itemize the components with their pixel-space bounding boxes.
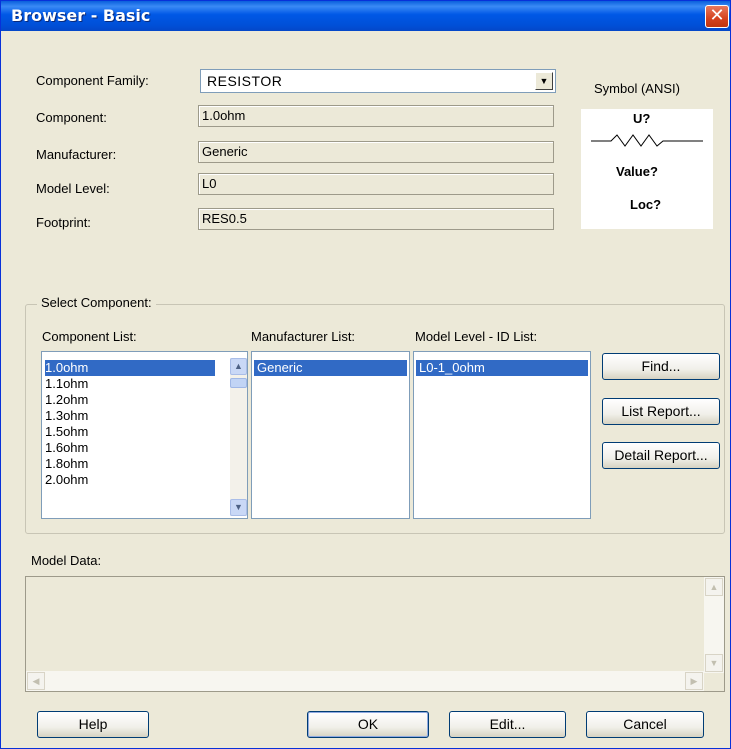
list-item[interactable]: 1.3ohm [45, 408, 88, 424]
ok-button[interactable]: OK [307, 711, 429, 738]
component-family-label: Component Family: [36, 73, 149, 88]
scroll-right-icon[interactable]: ▶ [685, 672, 703, 690]
list-item[interactable]: Generic [254, 360, 407, 376]
manufacturer-label: Manufacturer: [36, 147, 117, 162]
component-field: 1.0ohm [198, 105, 554, 127]
help-button[interactable]: Help [37, 711, 149, 738]
find-button[interactable]: Find... [602, 353, 720, 380]
list-report-button[interactable]: List Report... [602, 398, 720, 425]
model-level-label: Model Level: [36, 181, 110, 196]
list-item[interactable]: 2.0ohm [45, 472, 88, 488]
scroll-down-icon[interactable]: ▼ [705, 654, 723, 672]
list-item[interactable]: 1.6ohm [45, 440, 88, 456]
manufacturer-field: Generic [198, 141, 554, 163]
model-level-field: L0 [198, 173, 554, 195]
edit-button[interactable]: Edit... [449, 711, 566, 738]
chevron-down-icon[interactable]: ▼ [535, 72, 553, 90]
scroll-thumb[interactable] [230, 378, 247, 388]
component-list-label: Component List: [42, 329, 137, 344]
model-listbox[interactable]: L0-1_0ohm [413, 351, 591, 519]
scroll-up-icon[interactable]: ▲ [230, 358, 247, 375]
symbol-label: Symbol (ANSI) [594, 81, 680, 96]
list-item[interactable]: L0-1_0ohm [416, 360, 588, 376]
list-item[interactable]: 1.1ohm [45, 376, 88, 392]
manufacturer-list-label: Manufacturer List: [251, 329, 356, 344]
detail-report-button[interactable]: Detail Report... [602, 442, 720, 469]
list-item[interactable]: 1.8ohm [45, 456, 88, 472]
model-data-label: Model Data: [31, 553, 102, 568]
component-family-value: RESISTOR [207, 73, 283, 89]
cancel-button[interactable]: Cancel [586, 711, 704, 738]
model-data-box[interactable]: ▲ ▼ ◀ ▶ [25, 576, 725, 692]
footprint-field: RES0.5 [198, 208, 554, 230]
symbol-ref-text: U? [633, 111, 651, 126]
symbol-preview: U? Value? Loc? [581, 109, 713, 229]
symbol-loc-text: Loc? [630, 197, 662, 212]
list-item[interactable]: 1.0ohm [45, 360, 215, 376]
symbol-value-text: Value? [616, 164, 658, 179]
scroll-left-icon[interactable]: ◀ [27, 672, 45, 690]
select-component-label: Select Component: [37, 295, 156, 310]
scroll-down-icon[interactable]: ▼ [230, 499, 247, 516]
scroll-up-icon[interactable]: ▲ [705, 578, 723, 596]
list-item[interactable]: 1.5ohm [45, 424, 88, 440]
list-item[interactable]: 1.2ohm [45, 392, 88, 408]
footprint-label: Footprint: [36, 215, 91, 230]
component-label: Component: [36, 110, 107, 125]
component-listbox[interactable]: 1.0ohm 1.1ohm 1.2ohm 1.3ohm 1.5ohm 1.6oh… [41, 351, 248, 519]
browser-basic-dialog: Browser - Basic ✕ Component Family: RESI… [0, 0, 731, 749]
model-data-hscroll[interactable]: ◀ ▶ [26, 671, 704, 691]
model-list-label: Model Level - ID List: [415, 329, 538, 344]
title-bar[interactable]: Browser - Basic ✕ [1, 1, 730, 31]
component-family-dropdown[interactable]: RESISTOR ▼ [200, 69, 556, 93]
manufacturer-listbox[interactable]: Generic [251, 351, 410, 519]
close-button[interactable]: ✕ [705, 5, 729, 28]
window-title: Browser - Basic [11, 6, 151, 25]
model-data-vscroll[interactable]: ▲ ▼ [704, 577, 724, 673]
component-list-scrollbar[interactable]: ▲ ▼ [230, 358, 247, 516]
resistor-symbol-icon [591, 134, 703, 147]
